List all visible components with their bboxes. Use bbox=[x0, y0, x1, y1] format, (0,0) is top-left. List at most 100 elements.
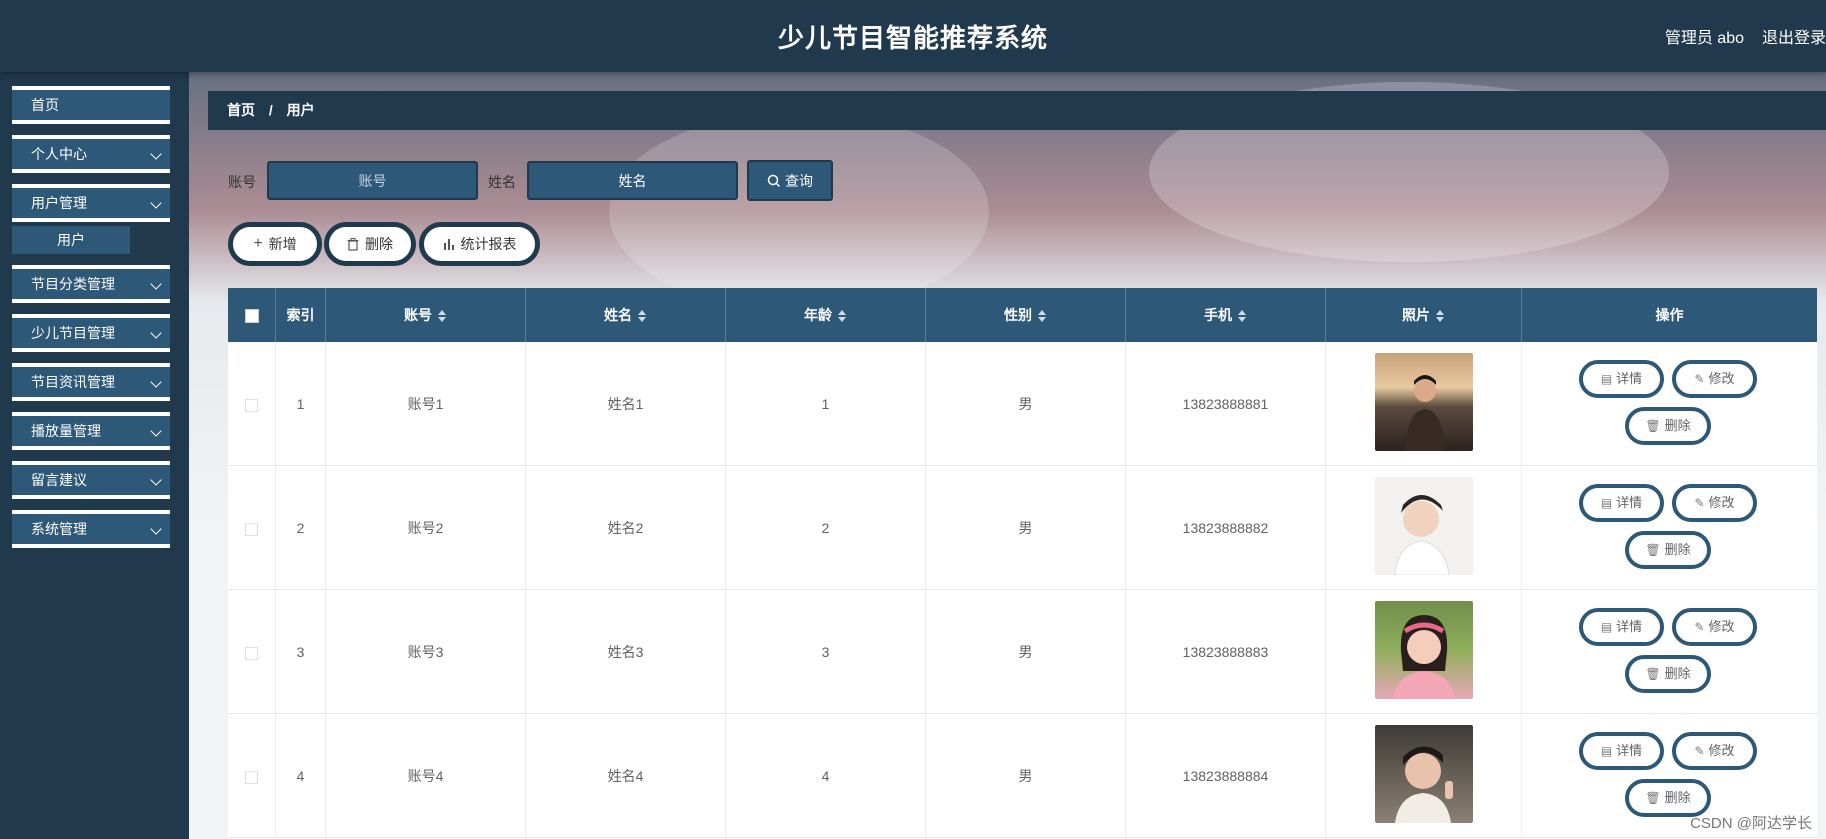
row-checkbox[interactable] bbox=[245, 646, 258, 660]
trash-icon: 🗑 bbox=[1645, 791, 1661, 805]
search-icon bbox=[767, 174, 781, 187]
user-photo bbox=[1375, 725, 1473, 823]
name-cell: 姓名1 bbox=[526, 342, 726, 466]
sort-icon[interactable] bbox=[837, 310, 847, 323]
pencil-icon: ✎ bbox=[1694, 744, 1705, 758]
column-header-age[interactable]: 年龄 bbox=[726, 288, 926, 342]
add-button[interactable]: + 新增 bbox=[228, 222, 322, 266]
phone-cell: 13823888882 bbox=[1126, 466, 1326, 590]
breadcrumb-home[interactable]: 首页 bbox=[227, 102, 255, 118]
trash-icon: 🗑 bbox=[1645, 667, 1661, 681]
sort-icon[interactable] bbox=[1435, 310, 1445, 323]
name-search-input[interactable] bbox=[527, 161, 738, 200]
sidebar: 首页 个人中心 用户管理 用户 节目分类管理 少儿节目管理 节目资讯管理 播放量… bbox=[0, 72, 189, 839]
detail-button[interactable]: ▤ 详情 bbox=[1579, 484, 1664, 522]
sidebar-item-system[interactable]: 系统管理 bbox=[12, 510, 170, 548]
main-content: 首页 / 用户 账号 姓名 查询 + 新增 删除 统计报表 索引 账号 姓名 年… bbox=[189, 72, 1826, 839]
delete-button[interactable]: 🗑 删除 bbox=[1625, 407, 1711, 445]
edit-button[interactable]: ✎ 修改 bbox=[1672, 732, 1757, 770]
column-header-index: 索引 bbox=[276, 288, 326, 342]
sidebar-item-label: 节目资讯管理 bbox=[31, 374, 115, 390]
detail-button[interactable]: ▤ 详情 bbox=[1579, 732, 1664, 770]
name-label: 姓名 bbox=[488, 174, 516, 190]
age-cell: 1 bbox=[726, 342, 926, 466]
sort-icon[interactable] bbox=[1237, 310, 1247, 323]
edit-button[interactable]: ✎ 修改 bbox=[1672, 360, 1757, 398]
sidebar-item-play-count[interactable]: 播放量管理 bbox=[12, 412, 170, 450]
app-title: 少儿节目智能推荐系统 bbox=[777, 23, 1048, 53]
age-cell: 4 bbox=[726, 714, 926, 838]
pencil-icon: ✎ bbox=[1694, 620, 1705, 634]
chevron-down-icon bbox=[150, 148, 162, 160]
age-cell: 3 bbox=[726, 590, 926, 714]
background-image bbox=[609, 112, 989, 312]
edit-button[interactable]: ✎ 修改 bbox=[1672, 484, 1757, 522]
breadcrumb-current: 用户 bbox=[286, 102, 315, 118]
sort-icon[interactable] bbox=[637, 310, 647, 323]
chevron-down-icon bbox=[150, 376, 162, 388]
select-all-checkbox[interactable] bbox=[244, 309, 259, 324]
statistics-report-label: 统计报表 bbox=[460, 236, 517, 252]
column-header-account[interactable]: 账号 bbox=[326, 288, 526, 342]
chevron-down-icon bbox=[150, 523, 162, 535]
chevron-down-icon bbox=[150, 197, 162, 209]
account-search-input[interactable] bbox=[267, 161, 478, 200]
row-checkbox[interactable] bbox=[245, 770, 258, 784]
index-cell: 1 bbox=[276, 342, 326, 466]
admin-user-label: 管理员 abo bbox=[1664, 30, 1744, 47]
sidebar-item-feedback[interactable]: 留言建议 bbox=[12, 461, 170, 499]
sidebar-item-kids-program[interactable]: 少儿节目管理 bbox=[12, 314, 170, 352]
sidebar-item-user-management[interactable]: 用户管理 bbox=[12, 184, 170, 222]
table-row: 4 账号4 姓名4 4 男 13823888884 ▤ 详情 ✎ 修改 🗑 删除 bbox=[228, 714, 1817, 838]
user-photo bbox=[1375, 353, 1473, 451]
sidebar-item-label: 留言建议 bbox=[31, 472, 87, 488]
document-icon: ▤ bbox=[1600, 496, 1613, 510]
query-button[interactable]: 查询 bbox=[747, 160, 833, 201]
delete-button[interactable]: 🗑 删除 bbox=[1625, 531, 1711, 569]
column-header-phone[interactable]: 手机 bbox=[1126, 288, 1326, 342]
detail-button[interactable]: ▤ 详情 bbox=[1579, 608, 1664, 646]
table-row: 1 账号1 姓名1 1 男 13823888881 ▤ 详情 ✎ 修改 🗑 删除 bbox=[228, 342, 1817, 466]
sort-icon[interactable] bbox=[1037, 310, 1047, 323]
document-icon: ▤ bbox=[1600, 620, 1613, 634]
chevron-down-icon bbox=[150, 425, 162, 437]
watermark: CSDN @阿达学长 bbox=[1690, 815, 1812, 832]
age-cell: 2 bbox=[726, 466, 926, 590]
gender-cell: 男 bbox=[926, 342, 1126, 466]
sidebar-subitem-user[interactable]: 用户 bbox=[12, 226, 130, 254]
name-cell: 姓名4 bbox=[526, 714, 726, 838]
sort-icon[interactable] bbox=[437, 310, 447, 323]
index-cell: 2 bbox=[276, 466, 326, 590]
breadcrumb: 首页 / 用户 bbox=[208, 91, 1826, 130]
account-cell: 账号4 bbox=[326, 714, 526, 838]
logout-link[interactable]: 退出登录 bbox=[1762, 24, 1826, 48]
sidebar-item-program-category[interactable]: 节目分类管理 bbox=[12, 265, 170, 303]
pencil-icon: ✎ bbox=[1694, 372, 1705, 386]
document-icon: ▤ bbox=[1600, 744, 1613, 758]
top-header: 少儿节目智能推荐系统 管理员 abo 退出登录 bbox=[0, 0, 1826, 72]
user-photo bbox=[1375, 601, 1473, 699]
delete-button[interactable]: 🗑 删除 bbox=[1625, 655, 1711, 693]
column-header-photo[interactable]: 照片 bbox=[1326, 288, 1522, 342]
table-header: 索引 账号 姓名 年龄 性别 手机 照片 操作 bbox=[228, 288, 1817, 342]
sidebar-item-program-news[interactable]: 节目资讯管理 bbox=[12, 363, 170, 401]
table-row: 3 账号3 姓名3 3 男 13823888883 ▤ 详情 ✎ 修改 🗑 删除 bbox=[228, 590, 1817, 714]
row-checkbox[interactable] bbox=[245, 398, 258, 412]
sidebar-item-label: 系统管理 bbox=[31, 521, 87, 537]
sidebar-item-label: 节目分类管理 bbox=[31, 276, 115, 292]
column-header-gender[interactable]: 性别 bbox=[926, 288, 1126, 342]
row-checkbox[interactable] bbox=[245, 522, 258, 536]
sidebar-item-label: 少儿节目管理 bbox=[31, 325, 115, 341]
plus-icon: + bbox=[253, 235, 263, 252]
sidebar-item-home[interactable]: 首页 bbox=[12, 86, 170, 124]
statistics-report-button[interactable]: 统计报表 bbox=[419, 222, 540, 266]
table-row: 2 账号2 姓名2 2 男 13823888882 ▤ 详情 ✎ 修改 🗑 删除 bbox=[228, 466, 1817, 590]
phone-cell: 13823888883 bbox=[1126, 590, 1326, 714]
batch-delete-button[interactable]: 删除 bbox=[324, 222, 416, 266]
sidebar-item-personal-center[interactable]: 个人中心 bbox=[12, 135, 170, 173]
edit-button[interactable]: ✎ 修改 bbox=[1672, 608, 1757, 646]
column-header-name[interactable]: 姓名 bbox=[526, 288, 726, 342]
query-button-label: 查询 bbox=[785, 172, 813, 189]
detail-button[interactable]: ▤ 详情 bbox=[1579, 360, 1664, 398]
sidebar-item-label: 用户管理 bbox=[31, 195, 87, 211]
